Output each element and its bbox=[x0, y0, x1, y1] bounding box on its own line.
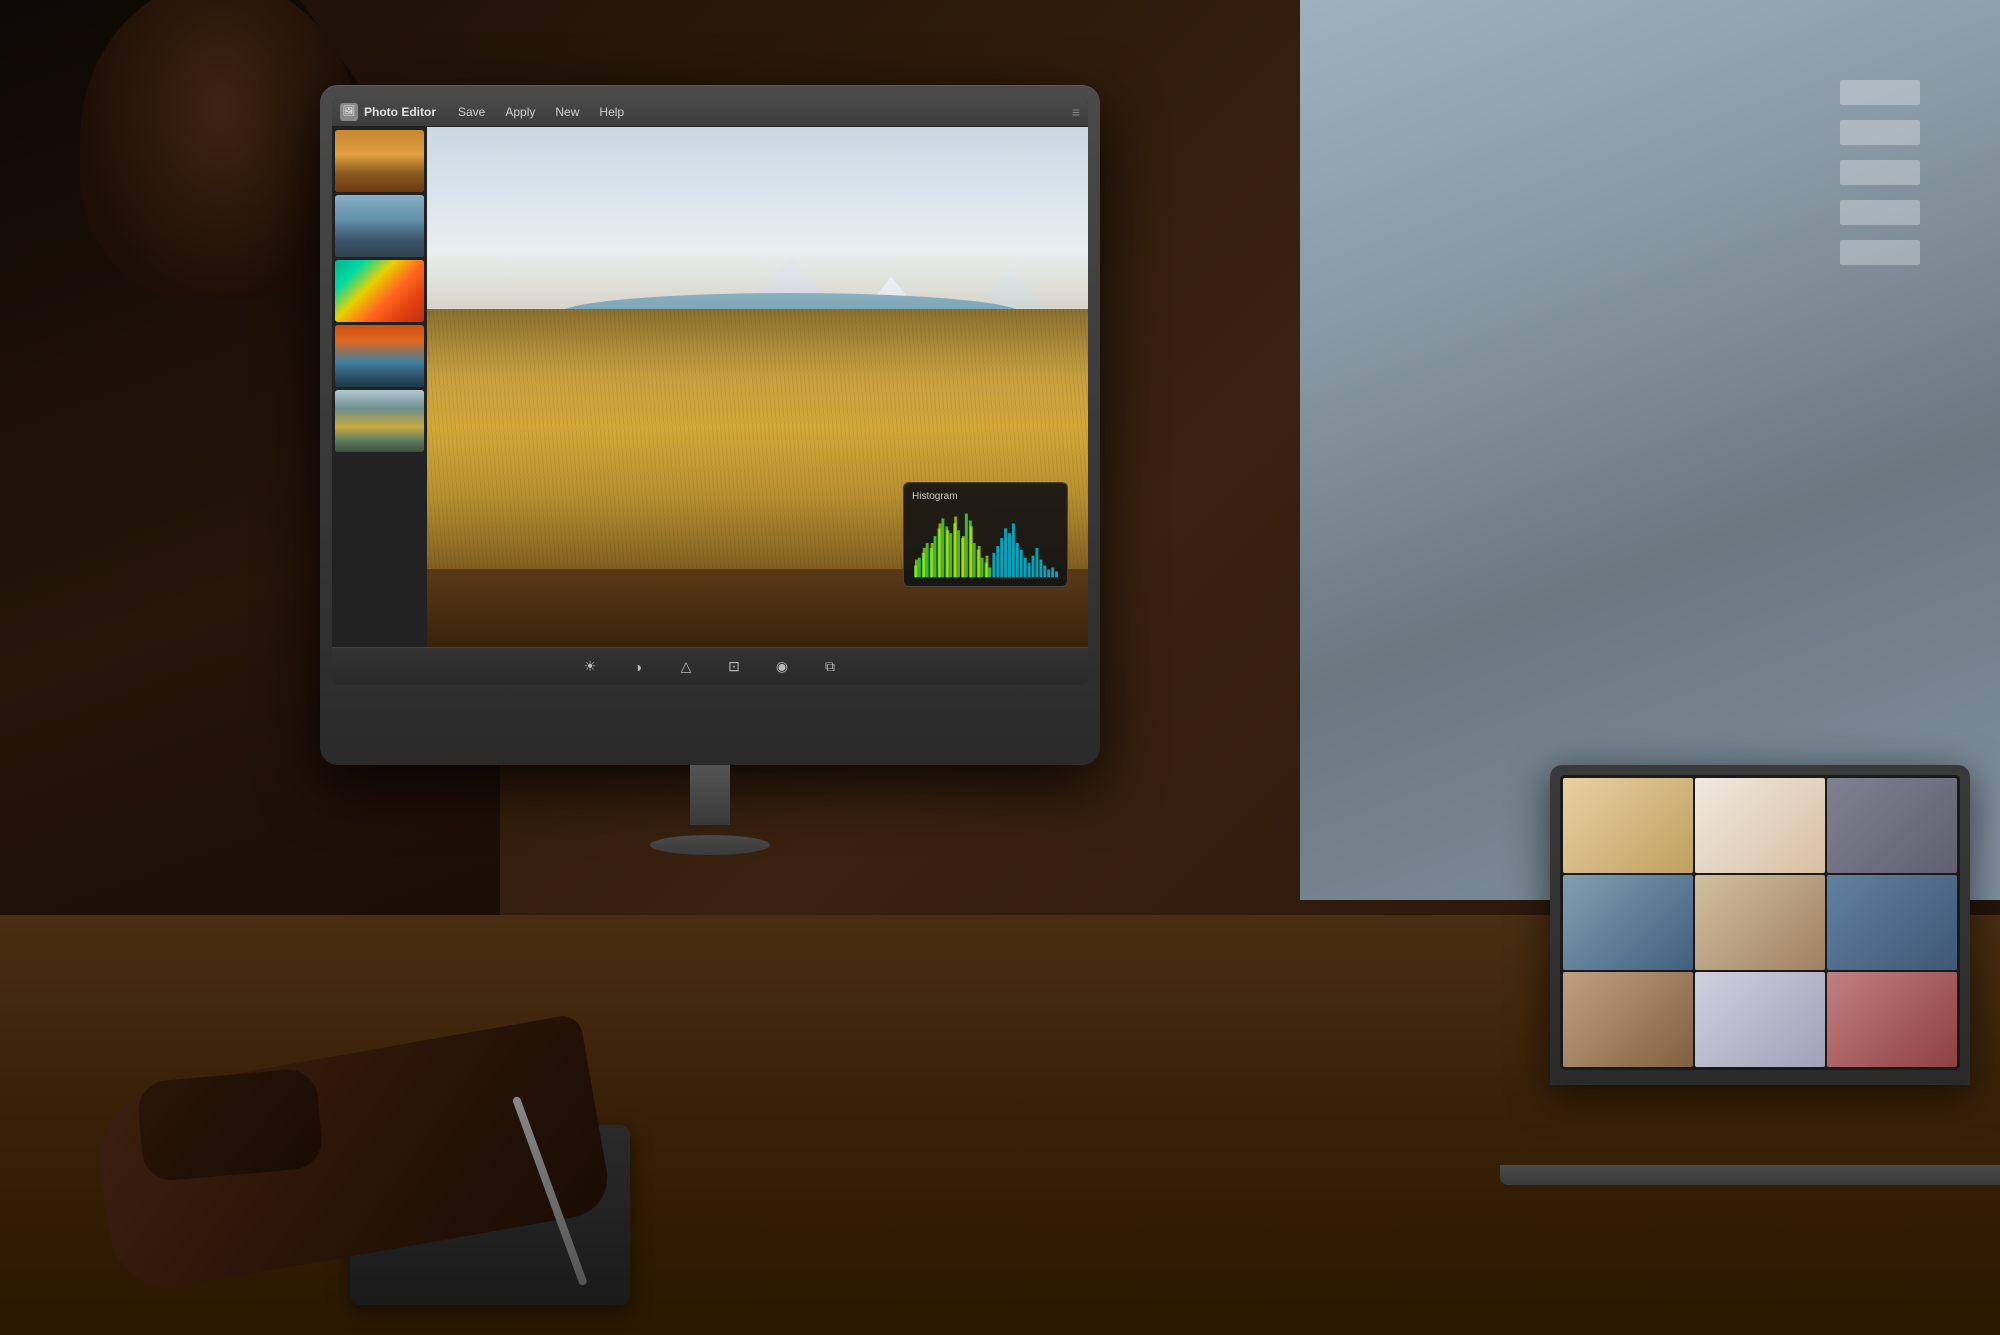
bottom-toolbar: ☀ ◑ △ ⊡ ◉ ⧉ bbox=[332, 647, 1088, 685]
app-icon: 🖼 bbox=[340, 103, 358, 121]
menu-item-save[interactable]: Save bbox=[448, 97, 495, 126]
laptop-thumb-1 bbox=[1563, 778, 1693, 873]
thumbnail-4-preview bbox=[335, 325, 424, 387]
thumbnail-4[interactable] bbox=[335, 325, 424, 387]
laptop-thumb-7 bbox=[1563, 972, 1693, 1067]
tattoo-area bbox=[136, 1067, 324, 1182]
view-tool-button[interactable]: ◉ bbox=[768, 653, 796, 681]
thumbnail-2[interactable] bbox=[335, 195, 424, 257]
laptop-thumb-8 bbox=[1695, 972, 1825, 1067]
laptop-thumb-4 bbox=[1563, 875, 1693, 970]
histogram-panel: Histogram bbox=[903, 482, 1068, 587]
laptop bbox=[1500, 765, 2000, 1185]
laptop-frame bbox=[1550, 765, 1970, 1085]
laptop-thumb-9 bbox=[1827, 972, 1957, 1067]
thumbnail-2-preview bbox=[335, 195, 424, 257]
window-pane bbox=[1840, 200, 1920, 225]
app-icon-symbol: 🖼 bbox=[343, 106, 356, 117]
hamburger-menu-icon[interactable]: ≡ bbox=[1072, 104, 1080, 120]
laptop-photo-grid bbox=[1560, 775, 1960, 1070]
levels-tool-button[interactable]: △ bbox=[672, 653, 700, 681]
laptop-base bbox=[1500, 1165, 2000, 1185]
thumbnail-5[interactable] bbox=[335, 390, 424, 452]
monitor-frame: 🖼 Photo Editor Save Apply New Help ≡ bbox=[320, 85, 1100, 765]
laptop-thumb-6 bbox=[1827, 875, 1957, 970]
person-head bbox=[80, 0, 360, 300]
monitor-stand bbox=[650, 765, 770, 855]
laptop-thumb-5 bbox=[1695, 875, 1825, 970]
histogram-title: Histogram bbox=[912, 491, 1059, 502]
contrast-tool-button[interactable]: ◑ bbox=[624, 653, 652, 681]
monitor-screen: 🖼 Photo Editor Save Apply New Help ≡ bbox=[332, 97, 1088, 685]
laptop-screen bbox=[1560, 775, 1960, 1070]
thumbnail-3-preview bbox=[335, 260, 424, 322]
app-content: Histogram bbox=[332, 127, 1088, 647]
menu-item-help[interactable]: Help bbox=[589, 97, 634, 126]
window-pane bbox=[1840, 80, 1920, 105]
main-canvas[interactable]: Histogram bbox=[427, 127, 1088, 647]
thumbnail-sidebar bbox=[332, 127, 427, 647]
monitor: 🖼 Photo Editor Save Apply New Help ≡ bbox=[320, 85, 1100, 765]
thumbnail-3[interactable] bbox=[335, 260, 424, 322]
histogram-svg bbox=[912, 508, 1059, 578]
menu-bar: 🖼 Photo Editor Save Apply New Help ≡ bbox=[332, 97, 1088, 127]
window-pane bbox=[1840, 120, 1920, 145]
duplicate-tool-button[interactable]: ⧉ bbox=[816, 653, 844, 681]
window-pane bbox=[1840, 160, 1920, 185]
window-pane bbox=[1840, 240, 1920, 265]
window-panes bbox=[1840, 80, 1920, 265]
app-title: Photo Editor bbox=[364, 105, 436, 119]
thumbnail-1[interactable] bbox=[335, 130, 424, 192]
histogram-chart bbox=[912, 508, 1059, 578]
laptop-thumb-2 bbox=[1695, 778, 1825, 873]
app-window: 🖼 Photo Editor Save Apply New Help ≡ bbox=[332, 97, 1088, 685]
thumbnail-5-preview bbox=[335, 390, 424, 452]
brightness-tool-button[interactable]: ☀ bbox=[576, 653, 604, 681]
menu-item-apply[interactable]: Apply bbox=[495, 97, 545, 126]
menu-item-new[interactable]: New bbox=[545, 97, 589, 126]
thumbnail-1-preview bbox=[335, 130, 424, 192]
laptop-thumb-3 bbox=[1827, 778, 1957, 873]
crop-tool-button[interactable]: ⊡ bbox=[720, 653, 748, 681]
